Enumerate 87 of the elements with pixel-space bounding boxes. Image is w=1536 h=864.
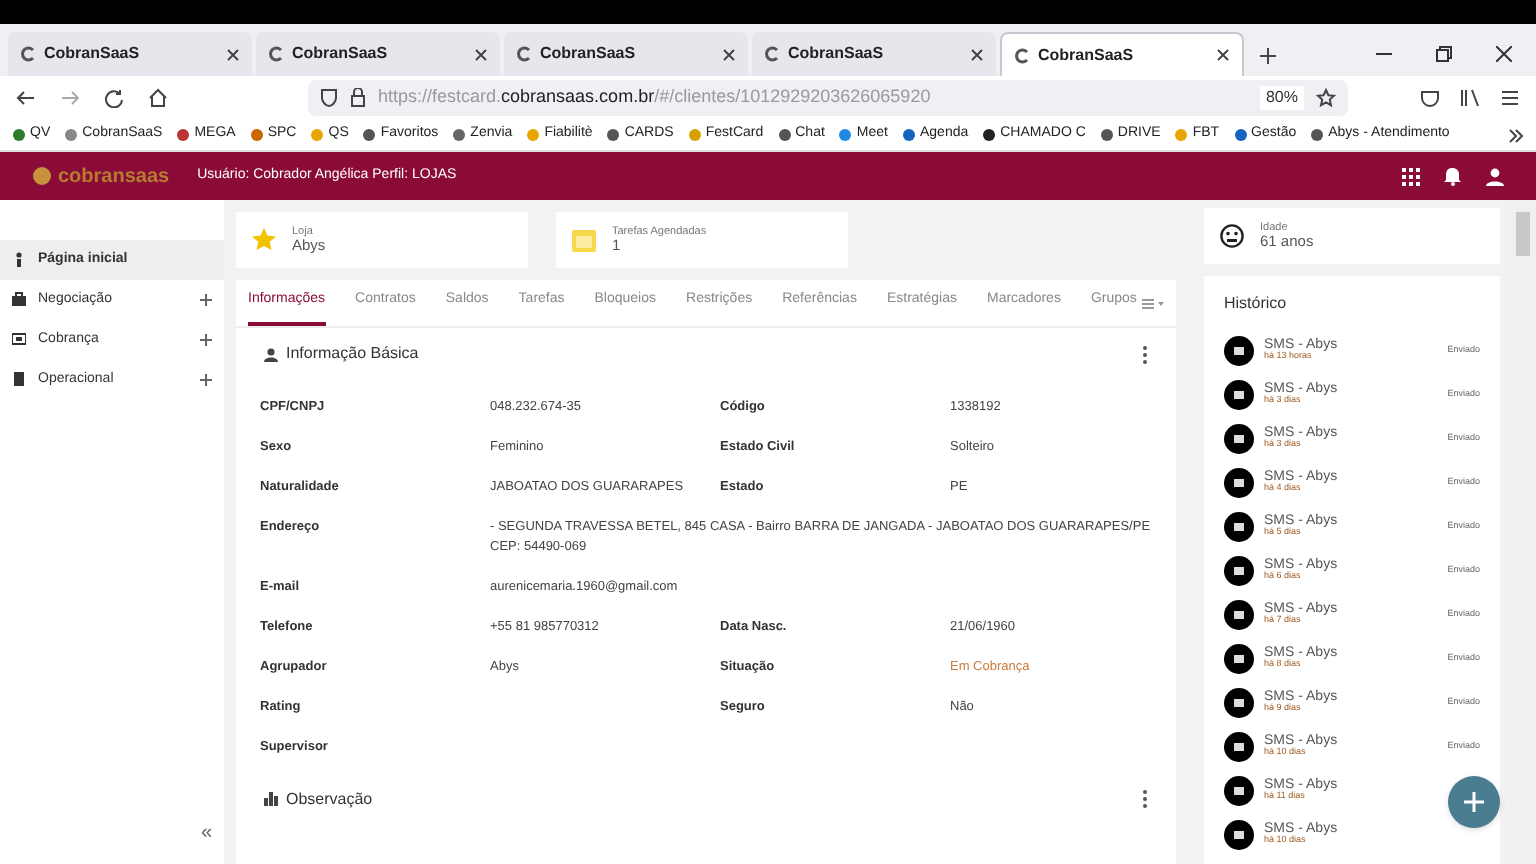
- back-icon[interactable]: [16, 88, 36, 108]
- browser-tab[interactable]: CobranSaaS: [752, 32, 996, 76]
- browser-tab[interactable]: CobranSaaS: [8, 32, 252, 76]
- message-icon: [1224, 687, 1254, 717]
- apps-grid-icon[interactable]: [1402, 167, 1420, 185]
- menu-item-icon: [12, 332, 26, 348]
- menu-item-icon: [12, 252, 26, 268]
- message-icon: [1224, 555, 1254, 585]
- expand-icon[interactable]: [200, 374, 212, 386]
- bookmark-icon: [1099, 128, 1114, 142]
- plus-icon: [1464, 792, 1484, 812]
- kebab-menu-icon[interactable]: [1142, 345, 1148, 363]
- browser-tab[interactable]: CobranSaaS: [256, 32, 500, 76]
- expand-icon[interactable]: [200, 334, 212, 346]
- menu-item-icon: [12, 292, 26, 308]
- menu-item-icon: [12, 372, 26, 388]
- c-logo-icon: [1014, 47, 1030, 63]
- logo-icon: [32, 166, 52, 186]
- list-menu-icon[interactable]: [1142, 297, 1164, 309]
- message-icon: [1224, 379, 1254, 409]
- message-icon: [1224, 467, 1254, 497]
- star-icon[interactable]: [1316, 88, 1336, 108]
- bell-icon[interactable]: [1444, 166, 1462, 186]
- zoom-level[interactable]: 80%: [1259, 86, 1304, 110]
- pocket-icon[interactable]: [1420, 88, 1440, 108]
- collapse-button[interactable]: «: [200, 818, 212, 848]
- calendar-icon: [572, 228, 596, 252]
- message-icon: [1224, 599, 1254, 629]
- shield-icon: [320, 88, 338, 108]
- url-text: https://festcard.cobransaas.com.br/#/clientes/1012929203626065920: [378, 84, 933, 111]
- bookmark-icon: [1310, 128, 1325, 142]
- restore-icon[interactable]: [1436, 46, 1452, 62]
- browser-tab[interactable]: CobranSaaS: [504, 32, 748, 76]
- scrollbar-thumb[interactable]: [1516, 212, 1530, 256]
- person-icon: [264, 347, 278, 361]
- message-icon: [1224, 819, 1254, 849]
- kebab-menu-icon[interactable]: [1142, 790, 1148, 808]
- home-icon[interactable]: [148, 88, 168, 108]
- close-icon[interactable]: [1216, 48, 1230, 62]
- star-icon: [252, 228, 276, 252]
- close-icon[interactable]: [970, 47, 984, 61]
- bookmark-icon: [838, 128, 853, 142]
- bookmark-icon: [310, 128, 325, 142]
- c-logo-icon: [516, 46, 532, 62]
- lock-icon: [350, 88, 366, 108]
- menu-icon[interactable]: [1500, 88, 1520, 108]
- user-icon[interactable]: [1486, 167, 1504, 185]
- face-icon: [1220, 224, 1244, 248]
- close-icon[interactable]: [1496, 46, 1512, 62]
- message-icon: [1224, 731, 1254, 761]
- bookmark-icon: [1174, 128, 1189, 142]
- bookmark-icon: [12, 128, 26, 142]
- section-title: Observação: [286, 787, 373, 811]
- bookmark-icon: [982, 128, 997, 142]
- c-logo-icon: [268, 46, 284, 62]
- close-icon[interactable]: [474, 47, 488, 61]
- message-icon: [1224, 643, 1254, 673]
- reload-icon[interactable]: [104, 88, 124, 108]
- close-icon[interactable]: [226, 47, 240, 61]
- section-title: Informação Básica: [286, 342, 419, 366]
- message-icon: [1224, 335, 1254, 365]
- bookmark-icon: [452, 128, 467, 142]
- close-icon[interactable]: [722, 47, 736, 61]
- bookmark-icon: [176, 128, 191, 142]
- browser-tab[interactable]: CobranSaaS: [1000, 32, 1244, 76]
- bookmark-icon: [362, 128, 377, 142]
- message-icon: [1224, 775, 1254, 805]
- logo-text: cobransaas: [58, 163, 170, 191]
- bookmark-icon: [64, 128, 79, 142]
- overflow-icon[interactable]: [1508, 127, 1524, 143]
- address-bar[interactable]: https://festcard.cobransaas.com.br/#/clientes/1012929203626065920 80%: [308, 80, 1348, 116]
- bookmark-icon: [249, 128, 264, 142]
- bookmark-icon: [526, 128, 541, 142]
- bookmark-icon: [1233, 128, 1248, 142]
- message-icon: [1224, 511, 1254, 541]
- new-tab-icon[interactable]: [1260, 48, 1276, 64]
- bookmark-icon: [606, 128, 621, 142]
- bookmark-icon: [777, 128, 792, 142]
- expand-icon[interactable]: [200, 294, 212, 306]
- history-title: Histórico: [1224, 292, 1289, 316]
- library-icon[interactable]: [1460, 88, 1480, 108]
- c-logo-icon: [764, 46, 780, 62]
- bookmark-icon: [687, 128, 702, 142]
- message-icon: [1224, 423, 1254, 453]
- bar-chart-icon: [264, 792, 278, 806]
- c-logo-icon: [20, 46, 36, 62]
- bookmark-icon: [901, 128, 916, 142]
